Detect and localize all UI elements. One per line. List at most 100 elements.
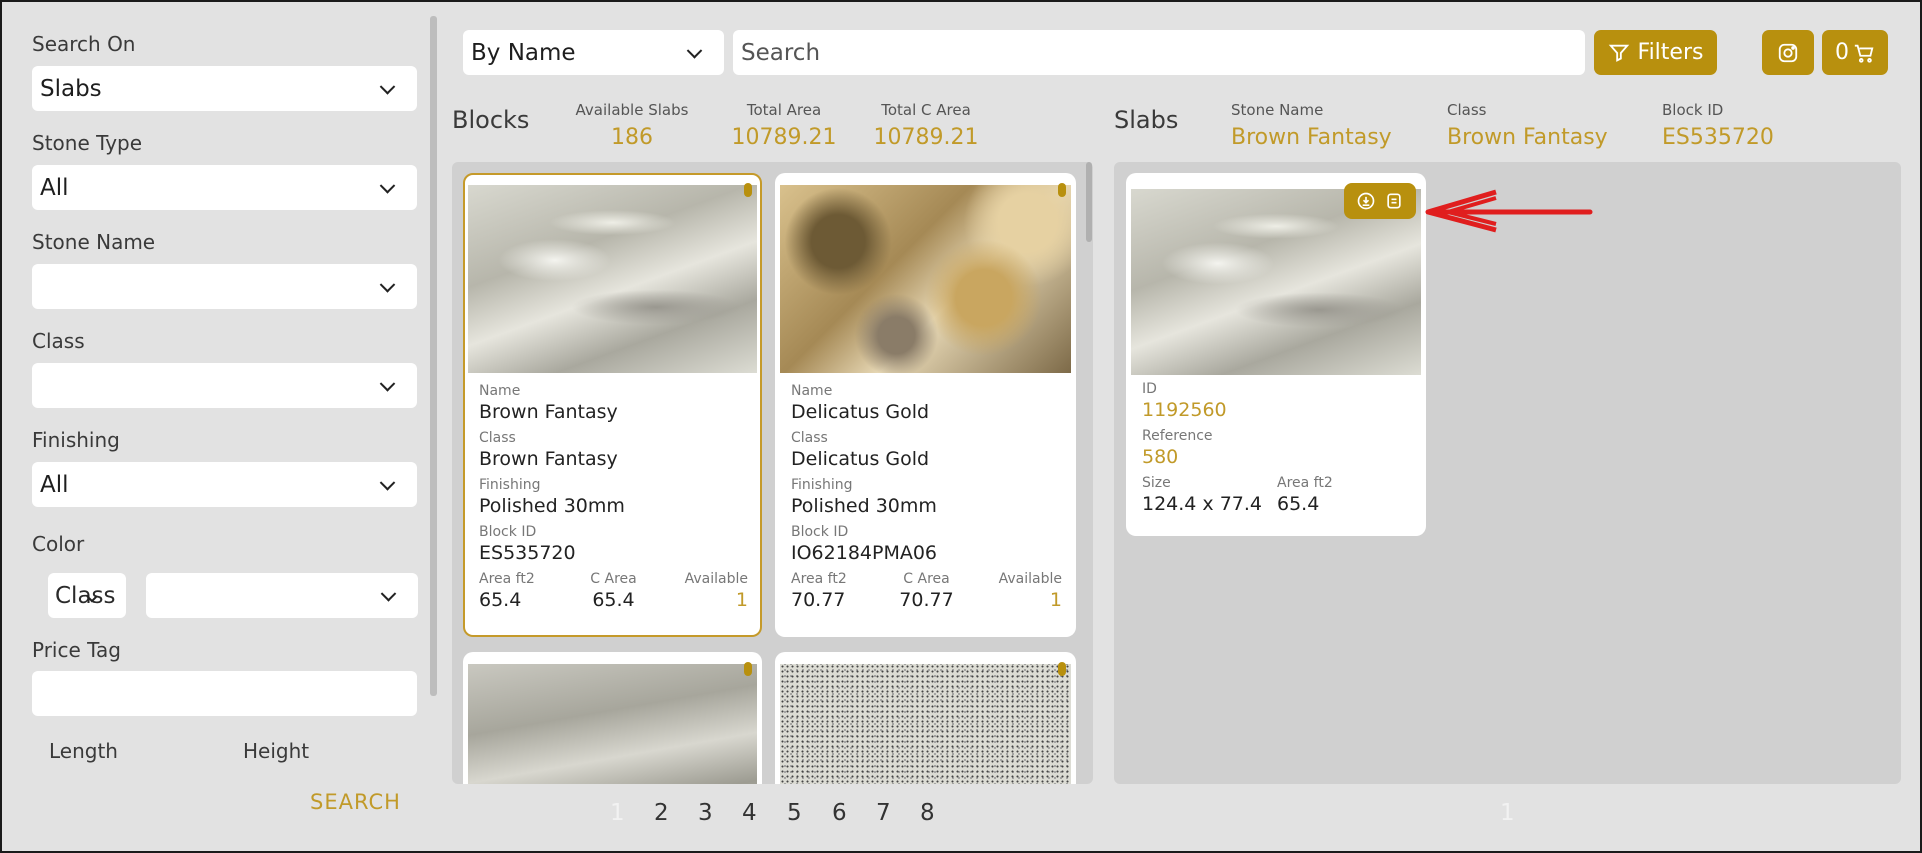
block-available: 1	[735, 589, 748, 611]
stone-name-select[interactable]	[32, 264, 417, 309]
instagram-button[interactable]	[1762, 30, 1814, 75]
class-select[interactable]	[32, 363, 417, 408]
block-class: Brown Fantasy	[479, 448, 618, 470]
chevron-down-icon	[379, 276, 396, 293]
search-input[interactable]	[733, 30, 1585, 75]
block-card-details: Name Delicatus Gold Class Delicatus Gold…	[791, 383, 1062, 618]
finishing-label: Finishing	[479, 477, 541, 493]
slab-area: 65.4	[1277, 493, 1320, 515]
available-label: Available	[684, 571, 748, 587]
page-6[interactable]: 6	[832, 800, 876, 826]
finishing-select[interactable]: All	[32, 462, 417, 507]
c-area-label: C Area	[903, 571, 950, 587]
height-label: Height	[243, 739, 310, 763]
block-card[interactable]: Name Delicatus Gold Class Delicatus Gold…	[775, 173, 1076, 637]
stone-name-label: Stone Name	[32, 230, 156, 254]
color-select[interactable]	[146, 573, 418, 618]
block-id-label: Block ID	[791, 524, 849, 540]
stone-name-label: Stone Name	[1231, 101, 1324, 119]
slab-block-id-stat: Block ID ES535720	[1662, 101, 1774, 150]
total-area-label: Total Area	[746, 101, 822, 119]
slab-actions	[1344, 183, 1416, 219]
length-label: Length	[49, 739, 118, 763]
slab-page-1[interactable]: 1	[1500, 800, 1515, 826]
pin-icon[interactable]	[1058, 662, 1066, 676]
area-label: Area ft2	[1277, 475, 1333, 491]
size-label: Size	[1142, 475, 1171, 491]
page-5[interactable]: 5	[787, 800, 832, 826]
block-class: Delicatus Gold	[791, 448, 930, 470]
area-label: Area ft2	[791, 571, 847, 587]
chevron-down-icon	[380, 585, 397, 602]
block-card-details: Name Brown Fantasy Class Brown Fantasy F…	[479, 383, 748, 618]
stone-name-value: Brown Fantasy	[1231, 125, 1392, 150]
block-card[interactable]	[775, 652, 1076, 784]
stone-image	[468, 664, 757, 784]
slab-card[interactable]: ID 1192560 Reference 580 Size 124.4 x 77.…	[1126, 173, 1426, 536]
stone-type-value: All	[40, 174, 69, 201]
slab-id: 1192560	[1142, 399, 1227, 421]
download-icon[interactable]	[1356, 191, 1376, 211]
block-stats: Area ft2 65.4 C Area 65.4 Available 1	[479, 571, 748, 618]
stone-image	[780, 185, 1071, 373]
available-slabs-stat: Available Slabs 186	[574, 101, 690, 150]
area-label: Area ft2	[479, 571, 535, 587]
total-area-stat: Total Area 10789.21	[724, 101, 844, 150]
details-icon[interactable]	[1384, 191, 1404, 211]
block-card[interactable]	[463, 652, 762, 784]
block-id-label: Block ID	[479, 524, 537, 540]
total-c-area-stat: Total C Area 10789.21	[866, 101, 986, 150]
cart-button[interactable]: 0	[1822, 30, 1888, 75]
chevron-down-icon	[379, 177, 396, 194]
blocks-scrollbar[interactable]	[1086, 162, 1092, 242]
annotation-arrow-icon	[1425, 189, 1593, 233]
cart-icon	[1854, 44, 1874, 63]
search-button[interactable]: SEARCH	[310, 790, 401, 814]
reference-label: Reference	[1142, 428, 1213, 444]
sort-select[interactable]: By Name	[463, 30, 724, 75]
filters-label: Filters	[1637, 40, 1704, 65]
search-on-select[interactable]: Slabs	[32, 66, 417, 111]
filter-sidebar: Search On Slabs Stone Type All Stone Nam…	[0, 0, 440, 853]
pin-icon[interactable]	[744, 183, 752, 197]
page-7[interactable]: 7	[876, 800, 920, 826]
block-finishing: Polished 30mm	[791, 495, 937, 517]
color-mode-select[interactable]: Class	[48, 573, 126, 618]
sidebar-scrollbar[interactable]	[430, 16, 437, 696]
color-mode-value: Class	[55, 582, 116, 609]
page-1[interactable]: 1	[610, 800, 654, 826]
class-label: Class	[791, 430, 828, 446]
block-c-area: 70.77	[899, 589, 954, 611]
total-area-value: 10789.21	[731, 125, 837, 150]
block-id: IO62184PMA06	[791, 542, 938, 564]
block-name: Delicatus Gold	[791, 401, 930, 423]
class-value: Brown Fantasy	[1447, 125, 1608, 150]
block-finishing: Polished 30mm	[479, 495, 625, 517]
block-card[interactable]: Name Brown Fantasy Class Brown Fantasy F…	[463, 173, 762, 637]
pin-icon[interactable]	[744, 662, 752, 676]
blocks-panel: Name Brown Fantasy Class Brown Fantasy F…	[452, 162, 1093, 784]
page-4[interactable]: 4	[742, 800, 787, 826]
c-area-label: C Area	[590, 571, 637, 587]
chevron-down-icon	[686, 42, 703, 59]
block-id: ES535720	[479, 542, 576, 564]
slab-details: ID 1192560 Reference 580 Size 124.4 x 77.…	[1142, 381, 1412, 522]
pin-icon[interactable]	[1058, 183, 1066, 197]
total-c-area-label: Total C Area	[881, 101, 971, 119]
finishing-label: Finishing	[791, 477, 853, 493]
price-tag-input[interactable]	[32, 671, 417, 716]
sort-value: By Name	[471, 39, 576, 66]
blocks-pagination: 1 2 3 4 5 6 7 8	[610, 800, 950, 826]
block-available: 1	[1049, 589, 1062, 611]
stone-type-select[interactable]: All	[32, 165, 417, 210]
filters-button[interactable]: Filters	[1594, 30, 1717, 75]
slab-size: 124.4 x 77.4	[1142, 493, 1263, 515]
search-on-value: Slabs	[40, 75, 102, 102]
slab-class-stat: Class Brown Fantasy	[1447, 101, 1608, 150]
page-3[interactable]: 3	[698, 800, 742, 826]
class-label: Class	[479, 430, 516, 446]
page-8[interactable]: 8	[920, 800, 950, 826]
page-2[interactable]: 2	[654, 800, 698, 826]
chevron-down-icon	[379, 474, 396, 491]
finishing-value: All	[40, 471, 69, 498]
